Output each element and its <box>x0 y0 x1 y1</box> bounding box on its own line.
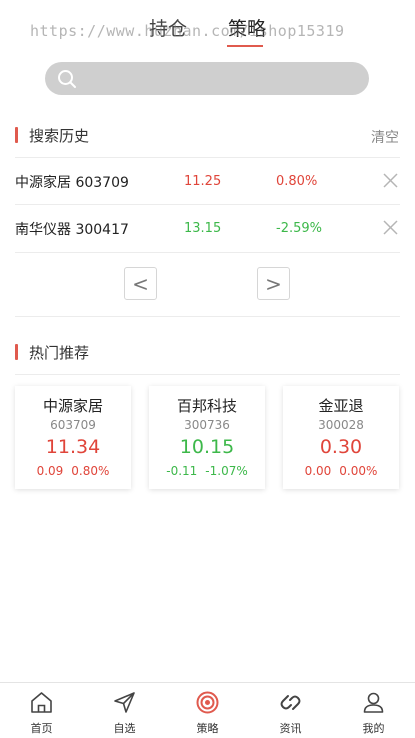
card-stock-price: 11.34 <box>45 436 101 458</box>
next-page-button[interactable]: > <box>257 267 290 300</box>
card-change-pct: 0.00% <box>339 464 378 478</box>
history-row[interactable]: 南华仪器 300417 13.15 -2.59% <box>15 205 400 251</box>
link-icon <box>280 695 301 710</box>
history-stock-price: 11.25 <box>184 174 222 189</box>
nav-label: 自选 <box>113 722 136 735</box>
card-stock-name: 百邦科技 <box>176 397 237 415</box>
title-accent-bar <box>15 344 18 360</box>
card-stock-name: 金亚退 <box>318 397 364 415</box>
close-icon[interactable] <box>382 172 399 189</box>
card-stock-name: 中源家居 <box>42 397 103 415</box>
hot-title: 热门推荐 <box>29 343 90 362</box>
user-icon <box>363 692 384 713</box>
nav-item-home[interactable]: 首页 <box>0 683 83 738</box>
search-icon <box>58 70 76 88</box>
history-section-title: 搜索历史 <box>15 125 89 145</box>
divider <box>15 374 400 375</box>
card-stock-code: 300736 <box>184 418 230 432</box>
active-tab-indicator <box>227 45 263 47</box>
history-stock-change: 0.80% <box>276 174 318 189</box>
card-stock-change: -0.11 -1.07% <box>149 464 265 478</box>
history-title: 搜索历史 <box>29 126 90 145</box>
target-icon <box>196 691 219 714</box>
hot-stock-card[interactable]: 百邦科技 300736 10.15 -0.11 -1.07% <box>149 386 265 489</box>
clear-history-button[interactable]: 清空 <box>371 127 399 147</box>
nav-item-watchlist[interactable]: 自选 <box>83 683 166 738</box>
search-input[interactable] <box>45 62 369 95</box>
nav-item-news[interactable]: 资讯 <box>249 683 332 738</box>
card-stock-price: 10.15 <box>179 436 235 458</box>
card-stock-change: 0.09 0.80% <box>15 464 131 478</box>
history-stock-name: 中源家居 603709 <box>15 175 129 191</box>
card-stock-code: 603709 <box>50 418 96 432</box>
divider <box>15 252 400 253</box>
home-icon <box>31 692 52 713</box>
watermark: https://www.huzhan.com/ishop15319 <box>30 22 345 40</box>
card-stock-change: 0.00 0.00% <box>283 464 399 478</box>
hot-stock-card[interactable]: 金亚退 300028 0.30 0.00 0.00% <box>283 386 399 489</box>
close-icon[interactable] <box>382 219 399 236</box>
history-stock-price: 13.15 <box>184 221 222 236</box>
card-change-value: 0.09 <box>36 464 64 478</box>
prev-page-button[interactable]: < <box>124 267 157 300</box>
bottom-nav: 首页 自选 策略 资讯 我的 <box>0 682 415 738</box>
nav-label: 策略 <box>196 722 219 735</box>
nav-label: 我的 <box>362 722 385 735</box>
history-stock-change: -2.59% <box>276 221 322 236</box>
card-change-value: 0.00 <box>304 464 332 478</box>
nav-label: 首页 <box>30 722 53 735</box>
card-stock-code: 300028 <box>318 418 364 432</box>
nav-item-profile[interactable]: 我的 <box>332 683 415 738</box>
card-change-pct: 0.80% <box>71 464 110 478</box>
history-row[interactable]: 中源家居 603709 11.25 0.80% <box>15 158 400 204</box>
send-icon <box>114 692 135 713</box>
hot-section-title: 热门推荐 <box>15 342 89 362</box>
divider <box>15 316 400 317</box>
history-stock-name: 南华仪器 300417 <box>15 222 129 238</box>
nav-label: 资讯 <box>279 722 302 735</box>
title-accent-bar <box>15 127 18 143</box>
card-stock-price: 0.30 <box>319 436 363 458</box>
top-tab-bar: 持仓 策略 https://www.huzhan.com/ishop15319 <box>0 0 415 50</box>
nav-item-strategy[interactable]: 策略 <box>166 683 249 738</box>
card-change-value: -0.11 <box>166 464 198 478</box>
card-change-pct: -1.07% <box>205 464 248 478</box>
hot-stock-card[interactable]: 中源家居 603709 11.34 0.09 0.80% <box>15 386 131 489</box>
